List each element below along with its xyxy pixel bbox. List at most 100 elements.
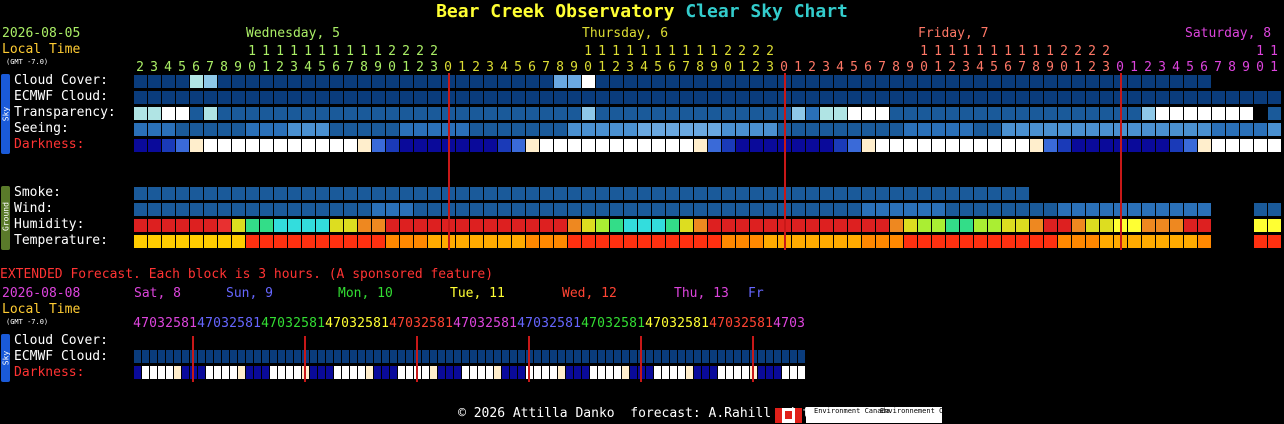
transparency-block xyxy=(932,107,945,120)
wind-block xyxy=(582,203,595,216)
transparency-block xyxy=(344,107,357,120)
darkness-block xyxy=(1198,139,1211,152)
ext-hour-digit: 3 xyxy=(605,316,613,331)
transparency-block xyxy=(526,107,539,120)
humidity-block xyxy=(918,219,931,232)
hour-tens-digit: 2 xyxy=(1088,44,1096,59)
wind-block xyxy=(596,203,609,216)
ext-ecmwf-block xyxy=(630,350,637,363)
seeing-block xyxy=(666,123,679,136)
cloud-cover-block xyxy=(246,75,259,88)
humidity-block xyxy=(344,219,357,232)
transparency-block xyxy=(694,107,707,120)
ext-hour-digit: 7 xyxy=(525,316,533,331)
ext-hour-digit: 7 xyxy=(141,316,149,331)
ext-hour-digit: 0 xyxy=(213,316,221,331)
seeing-block xyxy=(218,123,231,136)
hour-digit: 2 xyxy=(276,60,284,75)
wind-block xyxy=(862,203,875,216)
smoke-block xyxy=(302,187,315,200)
ecmwf-cloud-block xyxy=(904,91,917,104)
ecmwf-cloud-block xyxy=(932,91,945,104)
ext-ecmwf-block xyxy=(238,350,245,363)
ext-ecmwf-block xyxy=(550,350,557,363)
ecmwf-cloud-block xyxy=(1072,91,1085,104)
ext-ecmwf-block xyxy=(334,350,341,363)
smoke-block xyxy=(288,187,301,200)
darkness-block xyxy=(1184,139,1197,152)
ecmwf-cloud-block xyxy=(372,91,385,104)
ext-hour-digit: 8 xyxy=(373,316,381,331)
cloud-cover-block xyxy=(1142,75,1155,88)
hour-digit: 2 xyxy=(416,60,424,75)
hour-digit: 1 xyxy=(262,60,270,75)
hour-tens-digit: 2 xyxy=(766,44,774,59)
temperature-block xyxy=(288,235,301,248)
temperature-block xyxy=(1198,235,1211,248)
wind-block xyxy=(1198,203,1211,216)
temperature-block xyxy=(1072,235,1085,248)
transparency-block xyxy=(302,107,315,120)
hour-digit: 3 xyxy=(486,60,494,75)
hour-digit: 6 xyxy=(528,60,536,75)
temperature-block xyxy=(316,235,329,248)
ext-ecmwf-block xyxy=(254,350,261,363)
darkness-block xyxy=(1240,139,1253,152)
ecmwf-cloud-block xyxy=(1142,91,1155,104)
ecmwf-cloud-block xyxy=(988,91,1001,104)
transparency-block xyxy=(316,107,329,120)
hour-digit: 1 xyxy=(1074,60,1082,75)
ext-hour-digit: 5 xyxy=(685,316,693,331)
temperature-block xyxy=(204,235,217,248)
seeing-block xyxy=(680,123,693,136)
hour-tens-digit: 1 xyxy=(248,44,256,59)
cloud-cover-block xyxy=(414,75,427,88)
ext-darkness-block xyxy=(510,366,517,379)
midnight-line xyxy=(1120,73,1122,250)
ext-darkness-block xyxy=(686,366,693,379)
wind-block xyxy=(974,203,987,216)
temperature-block xyxy=(218,235,231,248)
smoke-block xyxy=(806,187,819,200)
hour-digit: 2 xyxy=(612,60,620,75)
seeing-block xyxy=(540,123,553,136)
ext-darkness-block xyxy=(798,366,805,379)
hour-digit: 7 xyxy=(878,60,886,75)
temperature-block xyxy=(848,235,861,248)
humidity-block xyxy=(792,219,805,232)
ext-darkness-block xyxy=(174,366,181,379)
cloud-cover-block xyxy=(190,75,203,88)
ecmwf-cloud-block xyxy=(302,91,315,104)
smoke-block xyxy=(960,187,973,200)
hour-digit: 8 xyxy=(892,60,900,75)
hour-tens-digit: 1 xyxy=(668,44,676,59)
temperature-block xyxy=(1058,235,1071,248)
transparency-block xyxy=(204,107,217,120)
transparency-block xyxy=(960,107,973,120)
humidity-block xyxy=(288,219,301,232)
ext-darkness-block xyxy=(486,366,493,379)
temperature-block xyxy=(974,235,987,248)
seeing-block xyxy=(610,123,623,136)
seeing-block xyxy=(876,123,889,136)
darkness-block xyxy=(1016,139,1029,152)
ext-hour-digit: 4 xyxy=(197,316,205,331)
ecmwf-cloud-block xyxy=(680,91,693,104)
ext-hour-digit: 4 xyxy=(581,316,589,331)
darkness-block xyxy=(1212,139,1225,152)
ext-hour-digit: 7 xyxy=(461,316,469,331)
seeing-block xyxy=(890,123,903,136)
transparency-block xyxy=(232,107,245,120)
hour-digit: 1 xyxy=(402,60,410,75)
ecmwf-cloud-block xyxy=(1100,91,1113,104)
hour-digit: 4 xyxy=(164,60,172,75)
humidity-block xyxy=(764,219,777,232)
smoke-block xyxy=(400,187,413,200)
ecmwf-cloud-block xyxy=(1086,91,1099,104)
ecmwf-cloud-block xyxy=(960,91,973,104)
ext-ecmwf-block xyxy=(350,350,357,363)
ext-hour-digit: 1 xyxy=(573,316,581,331)
cloud-cover-block xyxy=(288,75,301,88)
humidity-block xyxy=(456,219,469,232)
ecmwf-cloud-block xyxy=(204,91,217,104)
